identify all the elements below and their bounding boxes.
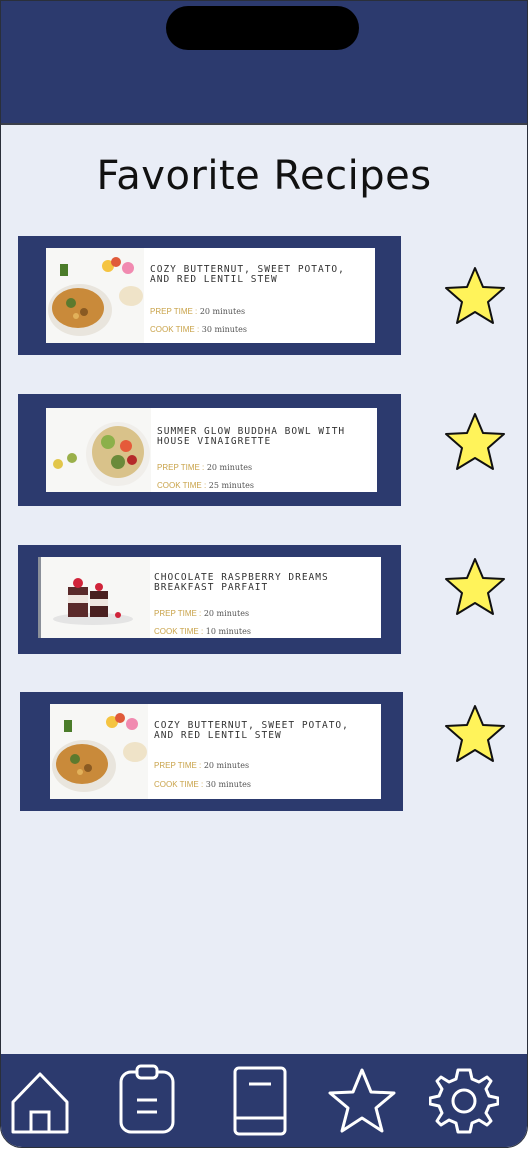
- recipe-title: Cozy Butternut, Sweet Potato, and Red Le…: [154, 720, 349, 741]
- cook-time-value: 25 minutes: [208, 481, 254, 490]
- bottom-nav: [1, 1054, 527, 1147]
- recipe-title: Chocolate Raspberry Dreams Breakfast Par…: [154, 572, 329, 593]
- cook-time-value: 30 minutes: [205, 780, 251, 789]
- cook-time: COOK TIME : 30 minutes: [154, 780, 251, 789]
- cook-time-label: COOK TIME :: [150, 325, 200, 334]
- cook-time-label: COOK TIME :: [154, 780, 204, 789]
- book-icon[interactable]: [225, 1064, 295, 1136]
- clipboard-icon[interactable]: [113, 1064, 183, 1136]
- cook-time-label: COOK TIME :: [154, 627, 204, 636]
- recipe-title: Summer Glow Buddha Bowl with House Vinai…: [157, 426, 346, 447]
- favorite-star-icon[interactable]: [443, 411, 507, 473]
- prep-time-label: PREP TIME :: [150, 307, 198, 316]
- star-icon[interactable]: [327, 1064, 397, 1136]
- prep-time: PREP TIME : 20 minutes: [154, 761, 249, 770]
- recipe-image: [38, 557, 150, 638]
- cook-time-value: 10 minutes: [205, 627, 251, 636]
- prep-time-label: PREP TIME :: [154, 609, 202, 618]
- prep-time-label: PREP TIME :: [157, 463, 205, 472]
- recipe-title: Cozy Butternut, Sweet Potato, and Red Le…: [150, 264, 345, 285]
- prep-time-value: 20 minutes: [203, 609, 250, 618]
- prep-time: PREP TIME : 20 minutes: [154, 609, 249, 618]
- cook-time: COOK TIME : 25 minutes: [157, 481, 254, 490]
- phone-frame: Favorite Recipes Cozy Butternut, Sweet P…: [0, 0, 528, 1148]
- cook-time-value: 30 minutes: [201, 325, 247, 334]
- recipe-card-content: Chocolate Raspberry Dreams Breakfast Par…: [38, 557, 381, 638]
- prep-time-label: PREP TIME :: [154, 761, 202, 770]
- page-title: Favorite Recipes: [96, 153, 432, 199]
- recipe-card[interactable]: Summer Glow Buddha Bowl with House Vinai…: [18, 394, 401, 506]
- recipe-card[interactable]: Cozy Butternut, Sweet Potato, and Red Le…: [18, 236, 401, 355]
- recipe-image: [46, 408, 151, 492]
- top-bar: [1, 1, 527, 125]
- recipe-image: [50, 704, 148, 799]
- favorite-star-icon[interactable]: [443, 265, 507, 327]
- cook-time: COOK TIME : 30 minutes: [150, 325, 247, 334]
- gear-icon[interactable]: [429, 1064, 499, 1136]
- prep-time: PREP TIME : 20 minutes: [150, 307, 245, 316]
- favorite-star-icon[interactable]: [443, 556, 507, 618]
- recipe-card-content: Cozy Butternut, Sweet Potato, and Red Le…: [46, 248, 375, 343]
- camera-notch: [166, 6, 359, 50]
- recipe-image: [46, 248, 144, 343]
- prep-time-value: 20 minutes: [206, 463, 253, 472]
- cook-time: COOK TIME : 10 minutes: [154, 627, 251, 636]
- home-icon[interactable]: [5, 1064, 75, 1136]
- recipe-card[interactable]: Chocolate Raspberry Dreams Breakfast Par…: [18, 545, 401, 654]
- prep-time-value: 20 minutes: [199, 307, 246, 316]
- favorite-star-icon[interactable]: [443, 703, 507, 765]
- recipe-card[interactable]: Cozy Butternut, Sweet Potato, and Red Le…: [20, 692, 403, 811]
- prep-time-value: 20 minutes: [203, 761, 250, 770]
- recipe-card-content: Summer Glow Buddha Bowl with House Vinai…: [46, 408, 377, 492]
- prep-time: PREP TIME : 20 minutes: [157, 463, 252, 472]
- recipe-card-content: Cozy Butternut, Sweet Potato, and Red Le…: [50, 704, 381, 799]
- cook-time-label: COOK TIME :: [157, 481, 207, 490]
